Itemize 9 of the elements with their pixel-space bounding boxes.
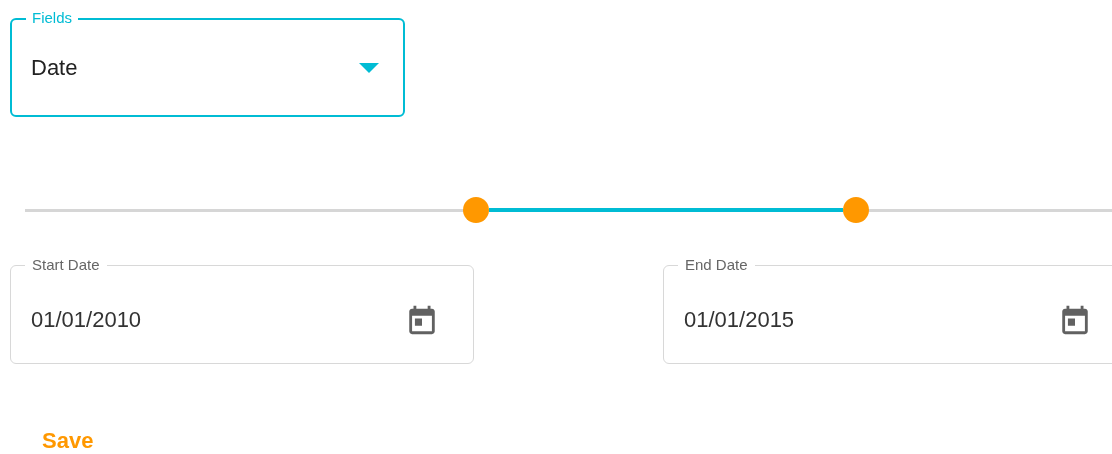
- caret-icon: [359, 62, 379, 73]
- slider-thumb[interactable]: [463, 197, 489, 223]
- fields-select[interactable]: Fields Date: [10, 9, 405, 117]
- range-slider[interactable]: [25, 197, 1112, 223]
- date-field[interactable]: Start Date 01/01/2010: [10, 256, 474, 364]
- date-value: 01/01/2010: [31, 306, 142, 333]
- slider-thumb[interactable]: [842, 197, 869, 223]
- date-value: 01/01/2015: [684, 306, 795, 333]
- select-value: Date: [31, 54, 78, 81]
